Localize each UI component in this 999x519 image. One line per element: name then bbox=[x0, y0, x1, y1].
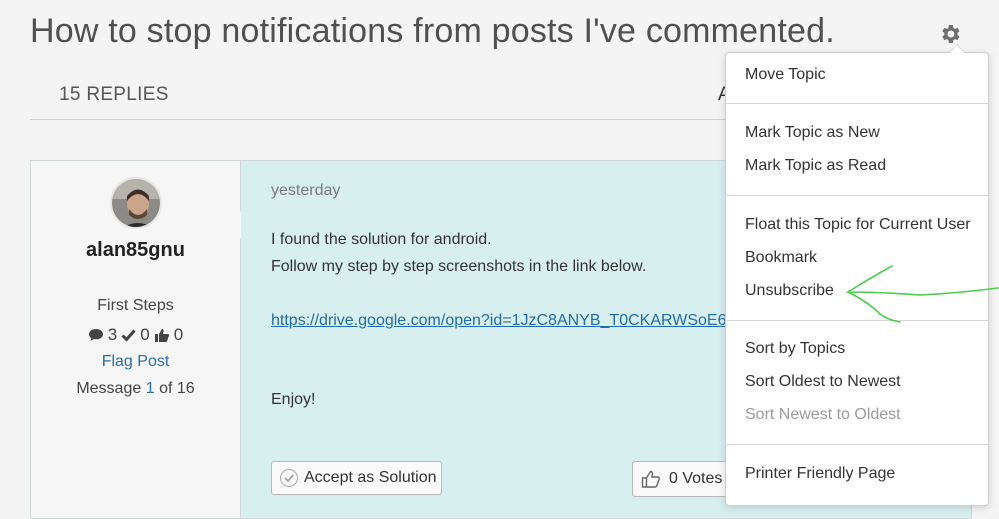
posts-count: 3 bbox=[107, 325, 118, 344]
post-text-line: I found the solution for android. bbox=[271, 231, 492, 248]
gear-icon[interactable] bbox=[938, 22, 962, 46]
accept-as-solution-button[interactable]: Accept as Solution bbox=[271, 461, 442, 495]
menu-item-mark-new[interactable]: Mark Topic as New bbox=[745, 124, 880, 142]
post-text-line: Enjoy! bbox=[271, 391, 316, 408]
kudos-count: 0 bbox=[173, 325, 184, 344]
message-number-link[interactable]: 1 bbox=[146, 380, 155, 397]
page-title: How to stop notifications from posts I'v… bbox=[30, 12, 835, 50]
accept-label: Accept as Solution bbox=[304, 469, 437, 486]
checkmark-icon bbox=[121, 329, 136, 342]
author-rank: First Steps bbox=[97, 297, 174, 314]
author-stats: 3 0 0 bbox=[31, 325, 240, 345]
menu-item-float-topic[interactable]: Float this Topic for Current User bbox=[745, 216, 971, 234]
accept-check-icon bbox=[280, 469, 298, 487]
message-prefix: Message bbox=[76, 380, 142, 397]
menu-item-sort-topics[interactable]: Sort by Topics bbox=[745, 340, 845, 358]
menu-item-bookmark[interactable]: Bookmark bbox=[745, 249, 817, 267]
menu-separator bbox=[726, 103, 988, 104]
author-username[interactable]: alan85gnu bbox=[31, 239, 240, 262]
message-suffix: of 16 bbox=[159, 380, 195, 397]
votes-label: 0 Votes bbox=[669, 470, 723, 487]
menu-separator bbox=[726, 320, 988, 321]
thumbs-up-icon bbox=[641, 470, 661, 488]
avatar[interactable] bbox=[110, 177, 162, 229]
menu-item-sort-newest: Sort Newest to Oldest bbox=[745, 406, 901, 423]
flag-post-link[interactable]: Flag Post bbox=[31, 353, 240, 371]
thumbs-up-icon bbox=[154, 328, 169, 342]
comment-icon bbox=[88, 329, 103, 341]
menu-item-mark-read[interactable]: Mark Topic as Read bbox=[745, 157, 886, 175]
drive-link[interactable]: https://drive.google.com/open?id=1JzC8AN… bbox=[271, 312, 749, 330]
menu-separator bbox=[726, 444, 988, 445]
menu-item-move-topic[interactable]: Move Topic bbox=[745, 66, 826, 84]
solutions-count: 0 bbox=[140, 325, 150, 344]
post-text-line: Follow my step by step screenshots in th… bbox=[271, 258, 647, 275]
post-date: yesterday bbox=[271, 182, 341, 199]
menu-item-printer-friendly[interactable]: Printer Friendly Page bbox=[745, 465, 895, 483]
votes-button[interactable]: 0 Votes bbox=[632, 461, 740, 497]
author-panel: alan85gnu First Steps 3 0 0 Flag Post Me… bbox=[31, 161, 241, 518]
menu-item-sort-oldest[interactable]: Sort Oldest to Newest bbox=[745, 373, 901, 391]
topic-options-menu: Move Topic Mark Topic as New Mark Topic … bbox=[725, 44, 989, 506]
menu-separator bbox=[726, 195, 988, 196]
message-position: Message 1 of 16 bbox=[31, 380, 240, 398]
menu-item-unsubscribe[interactable]: Unsubscribe bbox=[745, 282, 834, 300]
replies-count: 15 REPLIES bbox=[59, 84, 169, 105]
